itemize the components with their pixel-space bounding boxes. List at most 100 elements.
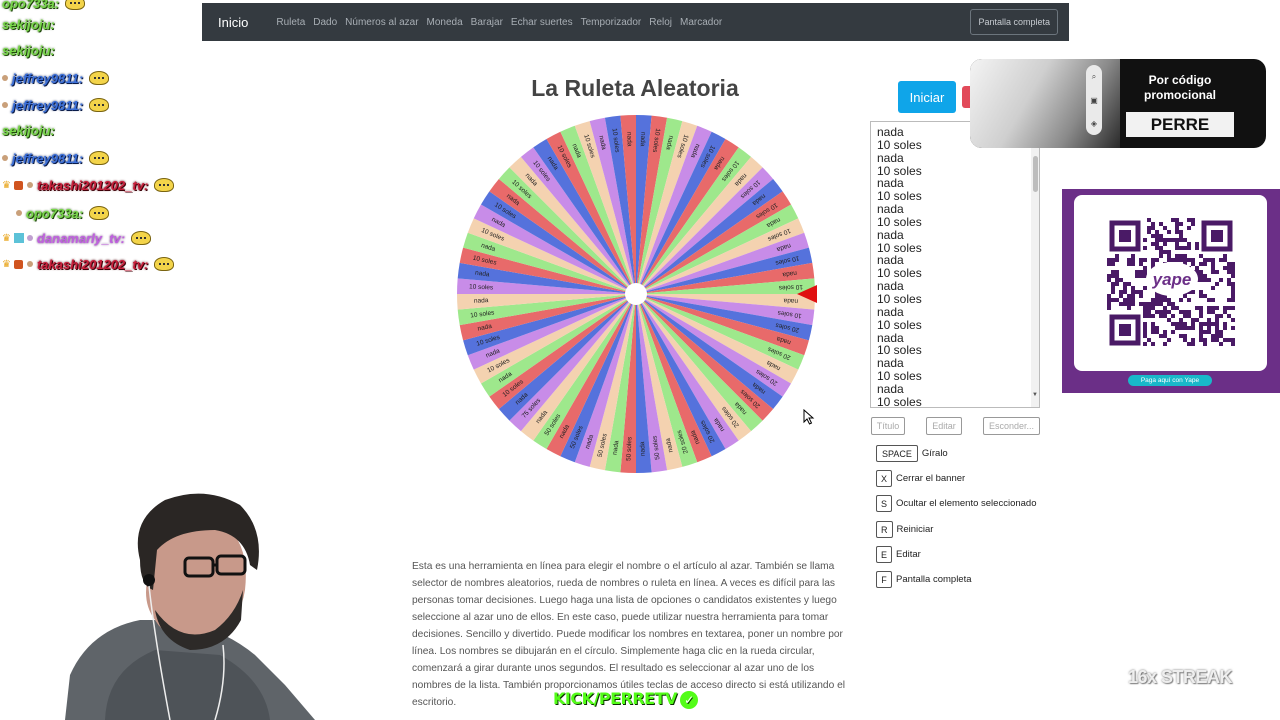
nav-link-dado[interactable]: Dado (313, 17, 337, 28)
gift-icon: ▣ (1090, 96, 1098, 105)
yape-qr-card: yape Paga aquí con Yape (1062, 189, 1280, 393)
name-entry: nada (877, 304, 904, 319)
nav-link-moneda[interactable]: Moneda (427, 17, 463, 28)
badge-icon (2, 102, 8, 108)
names-textarea[interactable]: nada 10 soles nada 10 soles nada 10 soles nada… (870, 121, 1040, 408)
badge-icon (26, 182, 33, 188)
mouse-cursor-icon (803, 409, 815, 425)
key-r: R (876, 521, 893, 538)
nav-link-reloj[interactable]: Reloj (649, 17, 672, 28)
nav-link-marcador[interactable]: Marcador (680, 17, 722, 28)
wheel-segment-label: nada (474, 297, 489, 305)
top-navbar: Inicio Ruleta Dado Números al azar Moned… (202, 3, 1069, 41)
badge-icon (16, 210, 22, 216)
search-icon: ⌕ (1091, 72, 1097, 81)
badge-icon (13, 233, 24, 243)
promo-toolbar: ⌕ ▣ ◈ (1086, 65, 1102, 135)
nav-link-barajar[interactable]: Barajar (471, 17, 503, 28)
name-entry: 10 soles (877, 291, 922, 306)
chat-message: sekijoju: (2, 41, 55, 59)
wheel-segment-label: 10 soles (469, 283, 494, 291)
yape-logo: yape (1152, 270, 1192, 289)
chat-message: ♛ danamarly_tv: (2, 229, 152, 247)
chat-username: jeffrey9811: (12, 150, 84, 166)
shortcut-label: Reiniciar (896, 524, 934, 535)
chat-username: jeffrey9811: (12, 97, 84, 113)
key-e: E (876, 546, 893, 563)
nav-brand-inicio[interactable]: Inicio (218, 15, 248, 30)
chat-message: jeffrey9811: (2, 96, 110, 114)
wheel-segment-label: 10 soles (778, 283, 803, 291)
chat-message: jeffrey9811: (2, 149, 110, 167)
emote-icon (89, 206, 110, 220)
chat-username: takashi201202_tv: (36, 256, 149, 272)
chat-username: sekijoju: (2, 42, 55, 58)
edit-button[interactable]: Editar (926, 417, 962, 435)
crown-icon: ♛ (2, 179, 11, 191)
scroll-down-icon[interactable]: ▼ (1032, 392, 1038, 398)
shortcut-label: Pantalla completa (896, 574, 972, 585)
nav-link-ruleta[interactable]: Ruleta (276, 17, 305, 28)
emote-icon (65, 0, 86, 10)
shortcut-s: S Ocultar el elemento seleccionado (876, 495, 1036, 512)
chat-message: sekijoju: (2, 121, 55, 139)
wheel-segment-label: nada (625, 132, 633, 147)
emote-icon (131, 231, 152, 245)
key-space: SPACE (876, 445, 918, 462)
wheel-hub (625, 283, 647, 305)
streak-counter: 16x STREAK (1128, 667, 1233, 687)
webcam-feed (65, 493, 315, 720)
badge-icon (26, 235, 33, 241)
promo-banner: ⌕ ▣ ◈ Por código promocional PERRE (970, 59, 1266, 148)
wheel-segment-label: nada (639, 441, 647, 456)
badge-icon (13, 259, 23, 269)
hide-button[interactable]: Esconder... (983, 417, 1040, 435)
promo-code: PERRE (1126, 112, 1234, 137)
badge-icon (2, 75, 8, 81)
shortcut-space: SPACE Gíralo (876, 445, 948, 462)
wheel-segment-label: 50 soles (625, 436, 633, 461)
chat-username: takashi201202_tv: (36, 177, 149, 193)
kick-channel-logo: KICK/PERRETV ✓ (553, 689, 698, 709)
kick-text: KICK/PERRETV (553, 689, 677, 708)
badge-icon (13, 180, 23, 190)
emote-icon (89, 151, 110, 165)
crown-icon: ♛ (2, 258, 11, 270)
key-f: F (876, 571, 892, 588)
name-entry: 10 soles (877, 214, 922, 229)
chat-overlay: opo733a: sekijoju: sekijoju: jeffrey9811… (0, 0, 210, 290)
qr-caption: Paga aquí con Yape (1128, 375, 1212, 386)
shortcut-label: Editar (896, 549, 921, 560)
chat-message: ♛ takashi201202_tv: (2, 255, 175, 273)
fullscreen-button[interactable]: Pantalla completa (970, 9, 1058, 35)
chat-message: opo733a: (2, 0, 86, 12)
shortcut-x: X Cerrar el banner (876, 470, 965, 487)
nav-link-temporizador[interactable]: Temporizador (581, 17, 642, 28)
wheel-segment-label: nada (639, 132, 647, 147)
chat-username: jeffrey9811: (12, 70, 84, 86)
name-entry: 10 soles (877, 317, 922, 332)
emote-icon (89, 71, 110, 85)
name-entry: nada (877, 150, 904, 165)
qr-code-container: yape (1074, 195, 1267, 371)
scrollbar-thumb[interactable] (1033, 156, 1038, 192)
nav-link-numeros[interactable]: Números al azar (345, 17, 418, 28)
start-button[interactable]: Iniciar (898, 81, 956, 113)
chat-message: jeffrey9811: (2, 69, 110, 87)
chat-message: opo733a: (2, 204, 110, 222)
roulette-wheel[interactable]: nada 10 soles nada 10 soles nada10 solesnada… (455, 113, 817, 475)
qr-code: yape (1107, 218, 1235, 346)
tag-icon: ◈ (1090, 119, 1098, 128)
badge-icon (26, 261, 33, 267)
chat-username: sekijoju: (2, 16, 55, 32)
verified-icon: ✓ (679, 690, 698, 709)
emote-icon (154, 257, 175, 271)
shortcut-e: E Editar (876, 546, 921, 563)
name-entry: nada (877, 381, 904, 396)
title-button[interactable]: Título (871, 417, 905, 435)
scrollbar[interactable]: ▼ (1031, 122, 1039, 407)
badge-icon (2, 155, 8, 161)
name-entry: 10 soles (877, 369, 922, 384)
nav-link-echar-suertes[interactable]: Echar suertes (511, 17, 573, 28)
name-entry: nada (877, 202, 904, 217)
